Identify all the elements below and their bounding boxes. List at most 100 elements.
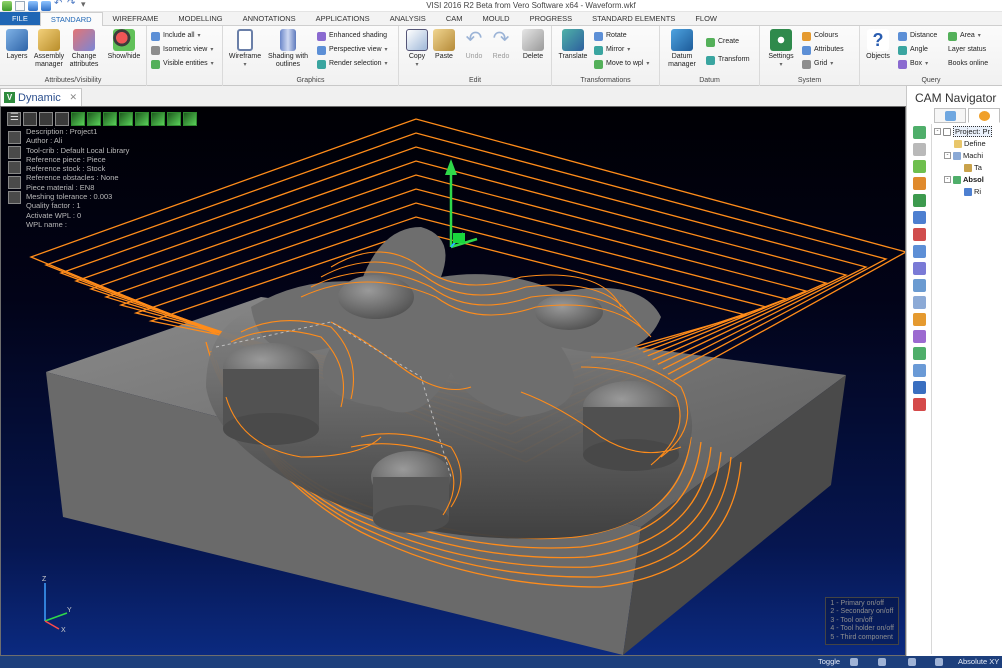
origin-gizmo[interactable]: [445, 159, 478, 249]
colours-button[interactable]: Colours: [802, 30, 838, 42]
wrench-icon[interactable]: [913, 381, 926, 394]
toggle-label[interactable]: Toggle: [818, 657, 840, 666]
collapse-icon[interactable]: -: [944, 152, 951, 159]
objects-button[interactable]: ? Objects: [862, 29, 894, 61]
tab-wireframe[interactable]: WIREFRAME: [103, 12, 169, 25]
3d-viewport[interactable]: Description : Project1 Author : Ali Tool…: [0, 106, 906, 656]
status-icon[interactable]: [850, 658, 858, 666]
redo-button[interactable]: ↷ Redo: [489, 29, 513, 61]
change-attributes-button[interactable]: Change attributes: [67, 29, 101, 69]
delete-button[interactable]: Delete: [519, 29, 547, 61]
tab-standard-elements[interactable]: STANDARD ELEMENTS: [582, 12, 685, 25]
perspective-view-button[interactable]: Perspective view ▾: [317, 44, 388, 56]
view-cube-left-icon[interactable]: [119, 112, 133, 126]
toolpath-icon[interactable]: [913, 364, 926, 377]
include-all-button[interactable]: Include all ▾: [151, 30, 201, 42]
view-cube-front-icon[interactable]: [71, 112, 85, 126]
tree-item-project[interactable]: - Project: Pr: [934, 126, 993, 137]
status-icon[interactable]: [908, 658, 916, 666]
area-button[interactable]: Area ▾: [948, 30, 981, 42]
angle-button[interactable]: Angle: [898, 44, 928, 56]
box-button[interactable]: Box ▾: [898, 58, 928, 70]
visible-entities-button[interactable]: Visible entities ▾: [151, 58, 214, 70]
close-icon[interactable]: ✕: [69, 92, 77, 103]
zoom-find-icon[interactable]: [913, 126, 926, 139]
settings-icon[interactable]: [913, 177, 926, 190]
show-hide-button[interactable]: Show/hide: [104, 29, 144, 61]
side-tool-icon[interactable]: [8, 131, 21, 144]
shading-with-outlines-button[interactable]: Shading with outlines: [265, 29, 311, 69]
export-icon[interactable]: [913, 347, 926, 360]
tab-modelling[interactable]: MODELLING: [168, 12, 232, 25]
side-tool-icon[interactable]: [8, 176, 21, 189]
viewport-menu-icon[interactable]: [7, 112, 21, 126]
filter-icon[interactable]: [913, 330, 926, 343]
tab-file[interactable]: FILE: [0, 12, 40, 25]
datum-create-button[interactable]: Create: [706, 36, 739, 48]
coordinate-mode[interactable]: Absolute XY: [958, 657, 999, 666]
tab-flow[interactable]: FLOW: [685, 12, 727, 25]
isometric-view-button[interactable]: Isometric view ▾: [151, 44, 213, 56]
view-cube-right-icon[interactable]: [103, 112, 117, 126]
tab-applications[interactable]: APPLICATIONS: [306, 12, 380, 25]
render-selection-button[interactable]: Render selection ▾: [317, 58, 388, 70]
layer-status-button[interactable]: Layer status: [948, 44, 986, 56]
tab-annotations[interactable]: ANNOTATIONS: [233, 12, 306, 25]
trash-icon[interactable]: [913, 398, 926, 411]
tab-analysis[interactable]: ANALYSIS: [380, 12, 436, 25]
layers-button[interactable]: Layers: [4, 29, 30, 61]
tree-item-table[interactable]: Ta: [964, 162, 982, 173]
view-cube-bottom-icon[interactable]: [167, 112, 181, 126]
datum-transform-button[interactable]: Transform: [706, 54, 750, 66]
tree-item-define[interactable]: Define: [954, 138, 986, 149]
translate-button[interactable]: Translate: [555, 29, 591, 61]
view-cube-iso-icon[interactable]: [135, 112, 149, 126]
cam-tab-operations[interactable]: [968, 108, 1000, 123]
tree-item-machine[interactable]: - Machi: [944, 150, 983, 161]
tree-item-roughing[interactable]: Ri: [964, 186, 981, 197]
viewport-tab[interactable]: V Dynamic ✕: [0, 88, 82, 106]
wireframe-button[interactable]: Wireframe ▾: [227, 29, 263, 69]
rotate-button[interactable]: Rotate: [594, 30, 627, 42]
tree-item-absolute[interactable]: - Absol: [944, 174, 984, 185]
paste-button[interactable]: Paste: [431, 29, 457, 61]
grid-button[interactable]: Grid ▾: [802, 58, 833, 70]
tab-cam[interactable]: CAM: [436, 12, 473, 25]
tab-standard[interactable]: STANDARD: [39, 12, 103, 27]
probe-icon[interactable]: [913, 262, 926, 275]
view-cube-top-icon[interactable]: [87, 112, 101, 126]
machine-icon[interactable]: [913, 211, 926, 224]
assembly-manager-button[interactable]: Assembly manager: [31, 29, 67, 69]
cam-tab-tree[interactable]: [934, 108, 966, 123]
status-icon[interactable]: [878, 658, 886, 666]
target-icon[interactable]: [913, 228, 926, 241]
gear-settings-icon[interactable]: [913, 313, 926, 326]
add-icon[interactable]: [913, 160, 926, 173]
view-cube-shaded-icon[interactable]: [183, 112, 197, 126]
books-online-button[interactable]: Books online: [948, 58, 988, 70]
undo-button[interactable]: ↶ Undo: [462, 29, 486, 61]
move-to-wpl-button[interactable]: Move to wpl ▾: [594, 58, 649, 70]
system-attributes-button[interactable]: Attributes: [802, 44, 844, 56]
tab-progress[interactable]: PROGRESS: [520, 12, 583, 25]
copy-button[interactable]: Copy ▾: [403, 29, 431, 69]
monitor-icon[interactable]: [913, 296, 926, 309]
side-tool-icon[interactable]: [8, 191, 21, 204]
collapse-icon[interactable]: -: [934, 128, 941, 135]
settings-button[interactable]: Settings ▾: [764, 29, 798, 69]
viewport-fit-icon[interactable]: [23, 112, 37, 126]
tab-mould[interactable]: MOULD: [473, 12, 520, 25]
arrow-up-icon[interactable]: [913, 194, 926, 207]
side-tool-icon[interactable]: [8, 161, 21, 174]
viewport-zoom-icon[interactable]: [39, 112, 53, 126]
side-tool-icon[interactable]: [8, 146, 21, 159]
document-icon[interactable]: [913, 143, 926, 156]
collapse-icon[interactable]: -: [944, 176, 951, 183]
view-cube-back-icon[interactable]: [151, 112, 165, 126]
mirror-button[interactable]: Mirror ▾: [594, 44, 630, 56]
enhanced-shading-button[interactable]: Enhanced shading: [317, 30, 387, 42]
link-icon[interactable]: [913, 279, 926, 292]
viewport-pan-icon[interactable]: [55, 112, 69, 126]
status-icon[interactable]: [935, 658, 943, 666]
flask-icon[interactable]: [913, 245, 926, 258]
